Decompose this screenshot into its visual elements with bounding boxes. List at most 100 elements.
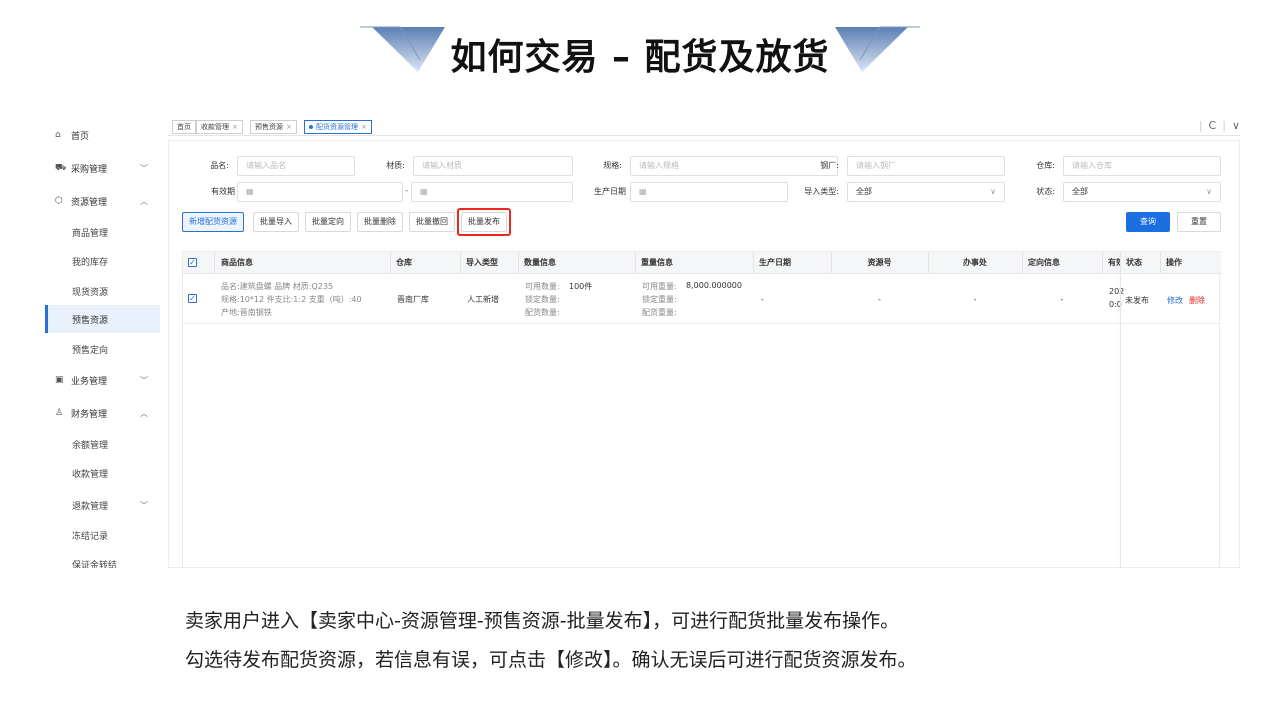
batch-import-button[interactable]: 批量导入	[253, 212, 299, 232]
header-prod-date: 生产日期	[759, 258, 791, 267]
import-type-select[interactable]: 全部 ∨	[847, 182, 1005, 202]
warehouse-label: 仓库:	[1036, 161, 1055, 170]
chevron-down-icon: ∨	[1206, 187, 1212, 196]
avail-wt-label: 可用重量:	[642, 282, 677, 291]
name-input[interactable]: 请输入品名	[237, 156, 355, 176]
alloc-qty-label: 配货数量:	[525, 308, 560, 317]
validity-end-input[interactable]: ▦	[411, 182, 573, 202]
mill-label: 钢厂:	[820, 161, 839, 170]
validity-label: 有效期	[211, 187, 235, 196]
header-office: 办事处	[963, 258, 987, 267]
sidebar-item-presale-direct[interactable]: 预售定向	[45, 335, 160, 363]
sidebar-item-balance[interactable]: 余额管理	[45, 430, 160, 458]
resource-no-cell: -	[878, 295, 881, 304]
validity-start-input[interactable]: ▦	[237, 182, 403, 202]
sidebar-item-receipts[interactable]: 收款管理	[45, 459, 160, 487]
batch-publish-highlight	[457, 208, 511, 236]
tab-label: 预售资源	[255, 123, 283, 131]
tab-receipts[interactable]: 收款管理 ×	[196, 120, 243, 134]
sidebar-item-resource[interactable]: ⬡ 资源管理 ︿	[45, 188, 160, 214]
sidebar-item-goods[interactable]: 商品管理	[45, 218, 160, 246]
header-warehouse: 仓库	[396, 258, 412, 267]
status-cell: 未发布	[1125, 296, 1149, 305]
spec-label: 规格:	[603, 161, 622, 170]
header-resource-no: 资源号	[867, 258, 892, 267]
material-input[interactable]: 请输入材质	[413, 156, 573, 176]
table-row[interactable]: ✓ 品名:建筑盘螺 品牌 材质:Q235 规格:10*12 件支比:1:2 支重…	[183, 274, 1221, 324]
sidebar-item-label: 资源管理	[71, 197, 108, 208]
avail-wt-value: 8,000.000000	[686, 281, 742, 290]
status-value: 全部	[1072, 187, 1088, 196]
goods-name-line: 品名:建筑盘螺 品牌 材质:Q235	[221, 282, 334, 291]
tab-label: 首页	[177, 123, 191, 131]
import-type-label: 导入类型:	[804, 187, 839, 196]
divider-icon: |	[1222, 119, 1226, 132]
reset-button[interactable]: 重置	[1177, 212, 1221, 232]
home-icon: ⌂	[55, 130, 61, 140]
sidebar-item-finance[interactable]: ♙ 财务管理 ︿	[45, 400, 160, 426]
header-goods-info: 商品信息	[221, 258, 253, 267]
sidebar-item-label: 退款管理	[72, 501, 109, 512]
goods-spec-line: 规格:10*12 件支比:1:2 支重（吨）:40	[221, 295, 362, 304]
sidebar-item-label: 首页	[71, 131, 90, 142]
mill-input[interactable]: 请输入钢厂	[847, 156, 1005, 176]
sidebar-item-home[interactable]: ⌂ 首页	[45, 122, 160, 148]
sidebar-item-spot[interactable]: 现货资源	[45, 277, 160, 305]
query-button[interactable]: 查询	[1126, 212, 1170, 232]
main-panel: 首页 收款管理 × 预售资源 × 配货资源管理 × | C | ∨ 品名: 请输入品名…	[168, 118, 1240, 568]
chevron-up-icon: ︿	[140, 196, 148, 206]
header-quantity: 数量信息	[524, 258, 556, 267]
batch-direct-button[interactable]: 批量定向	[305, 212, 351, 232]
chevron-down-icon: ﹀	[140, 163, 148, 173]
sidebar-item-purchase[interactable]: ⛟ 采购管理 ﹀	[45, 155, 160, 181]
batch-withdraw-button[interactable]: 批量撤回	[409, 212, 455, 232]
tab-allocation-resources[interactable]: 配货资源管理 ×	[304, 120, 372, 134]
tab-bar: 首页 收款管理 × 预售资源 × 配货资源管理 × | C | ∨	[168, 118, 1240, 136]
close-icon[interactable]: ×	[232, 123, 238, 131]
sidebar: ⌂ 首页 ⛟ 采购管理 ﹀ ⬡ 资源管理 ︿ 商品管理 我的库存 现货资源 预售…	[45, 115, 160, 568]
sidebar-item-my-stock[interactable]: 我的库存	[45, 247, 160, 275]
lock-qty-label: 锁定数量:	[525, 295, 560, 304]
warehouse-cell: 晋南厂库	[397, 295, 429, 304]
sidebar-item-deposit-transfer[interactable]: 保证金转结	[45, 550, 160, 569]
delete-link[interactable]: 删除	[1189, 295, 1205, 306]
sidebar-item-label: 财务管理	[71, 409, 108, 420]
chevron-down-icon: ﹀	[140, 375, 148, 385]
fixed-column-divider	[1120, 252, 1121, 568]
close-icon[interactable]: ×	[361, 123, 367, 131]
sidebar-item-frozen[interactable]: 冻结记录	[45, 521, 160, 549]
table-header: ✓ 商品信息 仓库 导入类型 数量信息 重量信息 生产日期 资源号 办事处 定向…	[183, 252, 1221, 274]
header-import-type: 导入类型	[466, 258, 498, 267]
close-icon[interactable]: ×	[286, 123, 292, 131]
add-allocation-button[interactable]: 新增配货资源	[182, 212, 244, 232]
sidebar-item-refunds[interactable]: 退款管理 ﹀	[45, 491, 160, 519]
wallet-icon: ♙	[55, 408, 64, 418]
header-actions: 操作	[1166, 258, 1182, 267]
header-direct-info: 定向信息	[1028, 258, 1060, 267]
calendar-icon: ▦	[246, 187, 254, 196]
status-select[interactable]: 全部 ∨	[1063, 182, 1221, 202]
tab-label: 配货资源管理	[316, 123, 358, 131]
tab-presale[interactable]: 预售资源 ×	[250, 120, 297, 134]
warehouse-input[interactable]: 请输入仓库	[1063, 156, 1221, 176]
prod-date-input[interactable]: ▦	[630, 182, 788, 202]
cube-icon: ⬡	[55, 196, 63, 206]
app-screenshot: ⌂ 首页 ⛟ 采购管理 ﹀ ⬡ 资源管理 ︿ 商品管理 我的库存 现货资源 预售…	[45, 115, 1240, 568]
sidebar-item-presale[interactable]: 预售资源	[45, 305, 160, 333]
sidebar-item-business[interactable]: ▣ 业务管理 ﹀	[45, 367, 160, 393]
row-checkbox[interactable]: ✓	[188, 294, 197, 303]
direct-info-cell: -	[1060, 295, 1064, 304]
truck-icon: ⛟	[55, 162, 67, 173]
edit-link[interactable]: 修改	[1167, 295, 1183, 306]
calendar-icon: ▦	[639, 187, 647, 196]
range-separator: -	[405, 186, 409, 196]
chevron-down-icon[interactable]: ∨	[1232, 119, 1240, 135]
tab-home[interactable]: 首页	[172, 120, 196, 134]
goods-origin-line: 产地:晋南钢铁	[221, 308, 272, 317]
select-all-checkbox[interactable]: ✓	[188, 258, 197, 267]
refresh-icon[interactable]: C	[1209, 119, 1217, 135]
header-weight: 重量信息	[641, 258, 673, 267]
chevron-down-icon: ﹀	[140, 500, 148, 510]
status-label: 状态:	[1036, 187, 1055, 196]
batch-delete-button[interactable]: 批量删除	[357, 212, 403, 232]
